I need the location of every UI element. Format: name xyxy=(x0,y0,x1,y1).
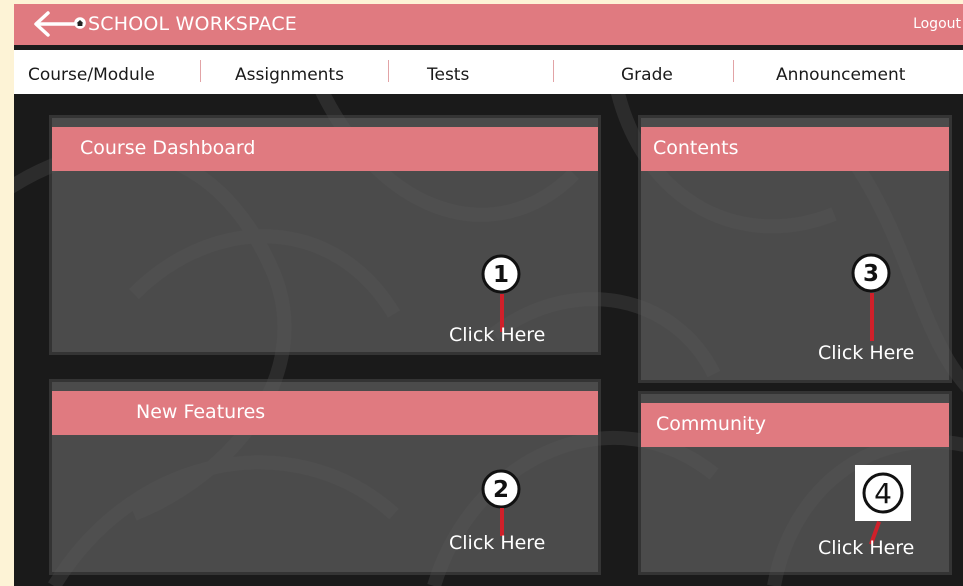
course-dashboard-panel[interactable]: Course Dashboard 1 Click Here xyxy=(52,118,598,352)
nav-course-module[interactable]: Course/Module xyxy=(28,65,155,85)
click-here-label[interactable]: Click Here xyxy=(818,342,914,364)
panel-title: Course Dashboard xyxy=(52,127,598,171)
step-number: 2 xyxy=(493,477,509,503)
nav-divider xyxy=(733,60,734,82)
logout-link[interactable]: Logout xyxy=(913,16,961,32)
click-here-label[interactable]: Click Here xyxy=(449,532,545,554)
panel-title: Contents xyxy=(641,127,949,171)
click-here-label[interactable]: Click Here xyxy=(449,324,545,346)
nav-grade[interactable]: Grade xyxy=(621,65,673,85)
nav-divider xyxy=(388,60,389,82)
step-number: 4 xyxy=(874,477,892,510)
click-here-label[interactable]: Click Here xyxy=(818,537,914,559)
panel-title: Community xyxy=(641,403,949,447)
step-number: 3 xyxy=(863,261,879,287)
nav-tests[interactable]: Tests xyxy=(427,65,469,85)
step-1-marker-icon: 1 xyxy=(481,254,521,294)
app-title: SCHOOL WORKSPACE xyxy=(88,13,297,35)
step-2-marker-icon: 2 xyxy=(481,469,521,509)
nav-assignments[interactable]: Assignments xyxy=(235,65,344,85)
marker-line xyxy=(870,293,874,341)
back-arrow-icon[interactable] xyxy=(32,10,78,38)
new-features-panel[interactable]: New Features 2 Click Here xyxy=(52,382,598,572)
community-panel[interactable]: Community 4 Click Here xyxy=(641,394,949,572)
home-icon[interactable] xyxy=(74,17,86,29)
app-window: SCHOOL WORKSPACE Logout Course/Module As… xyxy=(14,4,963,586)
main-nav: Course/Module Assignments Tests Grade An… xyxy=(14,50,963,94)
nav-divider xyxy=(200,60,201,82)
step-4-marker-icon: 4 xyxy=(862,472,904,514)
panel-title: New Features xyxy=(52,391,598,435)
step-4-marker-badge: 4 xyxy=(855,465,911,521)
step-3-marker-icon: 3 xyxy=(851,253,891,293)
workspace-area: Course Dashboard 1 Click Here New Featur… xyxy=(14,94,963,586)
contents-panel[interactable]: Contents 3 Click Here xyxy=(641,118,949,380)
top-bar: SCHOOL WORKSPACE Logout xyxy=(14,4,963,45)
nav-announcement[interactable]: Announcement xyxy=(776,65,905,85)
nav-divider xyxy=(553,60,554,82)
step-number: 1 xyxy=(493,262,509,288)
